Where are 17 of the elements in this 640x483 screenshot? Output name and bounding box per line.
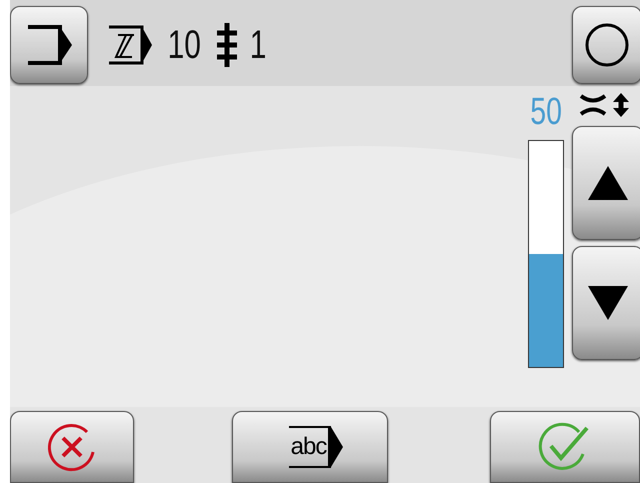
circle-icon (584, 22, 630, 68)
tab-shape-icon (106, 23, 154, 67)
count-value: 10 (168, 22, 201, 68)
text-button[interactable]: abc (232, 411, 388, 483)
meter-reading: 50 (530, 90, 562, 135)
cancel-icon (47, 422, 97, 472)
circle-button[interactable] (572, 6, 640, 84)
up-triangle-icon (586, 164, 630, 202)
cancel-button[interactable] (10, 411, 134, 483)
pointer-icon (331, 427, 344, 467)
down-triangle-icon (586, 284, 630, 322)
up-button[interactable] (572, 126, 640, 240)
confirm-button[interactable] (490, 411, 640, 483)
step-value: 1 (249, 22, 266, 68)
exit-button[interactable] (10, 6, 88, 84)
down-button[interactable] (572, 246, 640, 360)
stitch-icon (214, 21, 238, 69)
